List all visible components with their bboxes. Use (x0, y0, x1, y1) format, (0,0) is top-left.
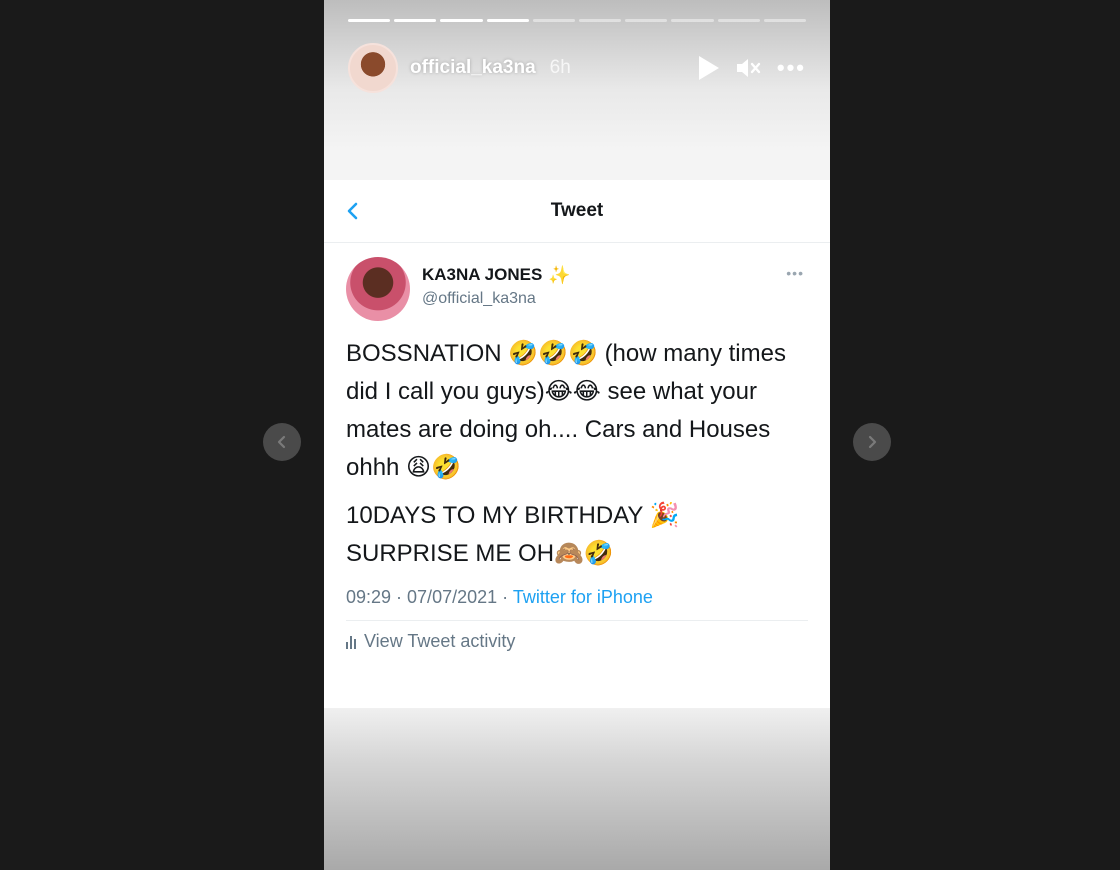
progress-segment (671, 19, 714, 22)
view-activity-link[interactable]: View Tweet activity (346, 631, 808, 652)
story-username[interactable]: official_ka3na (410, 57, 536, 79)
story-viewer[interactable]: official_ka3na 6h ••• Tweet KA3NA JONES … (324, 0, 830, 870)
progress-segment (717, 19, 760, 22)
tweet-meta: 09:29 · 07/07/2021 · Twitter for iPhone (346, 587, 808, 621)
tweet-author: KA3NA JONES ✨ @official_ka3na ••• (324, 243, 830, 327)
author-handle[interactable]: @official_ka3na (422, 290, 536, 308)
avatar[interactable] (348, 43, 398, 93)
progress-segment (486, 19, 529, 22)
play-icon (698, 56, 719, 80)
progress-segment (394, 19, 437, 22)
back-icon[interactable] (342, 200, 364, 222)
more-options-button[interactable]: ••• (777, 57, 806, 79)
tweet-screenshot: Tweet KA3NA JONES ✨ @official_ka3na ••• … (324, 180, 830, 708)
play-button[interactable] (698, 56, 719, 80)
progress-segment (625, 19, 668, 22)
author-name: KA3NA JONES (422, 265, 543, 284)
activity-label: View Tweet activity (364, 631, 516, 651)
page-title: Tweet (550, 200, 604, 221)
tweet-top-bar: Tweet (324, 180, 830, 243)
progress-segment (440, 19, 483, 22)
author-avatar[interactable] (346, 257, 410, 321)
more-icon: ••• (776, 55, 806, 80)
story-timestamp: 6h (549, 57, 571, 78)
tweet-source-link[interactable]: Twitter for iPhone (513, 587, 653, 607)
chevron-right-icon (868, 435, 877, 449)
bar-chart-icon (346, 635, 356, 649)
story-progress-bar (348, 19, 807, 22)
progress-segment (579, 19, 622, 22)
progress-segment (763, 19, 807, 22)
chevron-left-icon (277, 435, 286, 449)
next-story-button[interactable] (853, 423, 891, 461)
mute-icon (736, 59, 761, 77)
story-header: official_ka3na 6h ••• (348, 42, 806, 94)
mute-button[interactable] (735, 56, 761, 80)
tweet-timestamp: 09:29 · 07/07/2021 · (346, 587, 513, 607)
progress-segment (348, 19, 391, 22)
tweet-body: BOSSNATION 🤣🤣🤣 (how many times did I cal… (324, 327, 830, 573)
progress-segment (532, 19, 576, 22)
sparkle-icon: ✨ (548, 265, 571, 285)
author-name-row[interactable]: KA3NA JONES ✨ (422, 265, 571, 285)
tweet-paragraph: BOSSNATION 🤣🤣🤣 (how many times did I cal… (346, 340, 786, 481)
kebab-icon[interactable]: ••• (786, 265, 804, 281)
tweet-paragraph: 10DAYS TO MY BIRTHDAY 🎉 SURPRISE ME OH🙈🤣 (346, 502, 680, 567)
previous-story-button[interactable] (263, 423, 301, 461)
